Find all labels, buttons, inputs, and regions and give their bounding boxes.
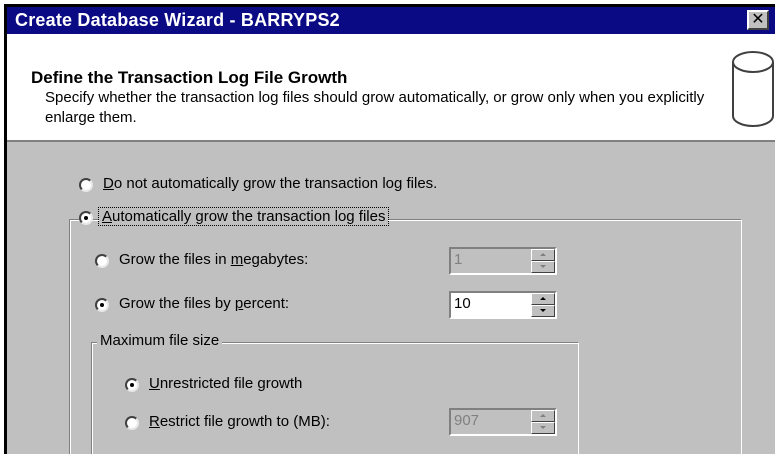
grow-percent-down-button[interactable] bbox=[531, 305, 555, 317]
grow-mb-radio[interactable] bbox=[95, 254, 109, 268]
database-cylinder-icon bbox=[732, 51, 774, 127]
restrict-growth-label[interactable]: Restrict file growth to (MB): bbox=[149, 413, 330, 430]
restrict-growth-stepper: 907 bbox=[449, 408, 557, 436]
restrict-growth-radio[interactable] bbox=[125, 416, 139, 430]
page-title: Define the Transaction Log File Growth bbox=[31, 68, 348, 87]
grow-mb-value: 1 bbox=[454, 251, 463, 268]
restrict-growth-down-button bbox=[531, 422, 555, 434]
wizard-header: Define the Transaction Log File Growth S… bbox=[7, 34, 775, 142]
autogrow-label[interactable]: Automatically grow the transaction log f… bbox=[97, 207, 390, 226]
grow-percent-radio[interactable] bbox=[95, 298, 109, 312]
no-autogrow-label[interactable]: Do not automatically grow the transactio… bbox=[103, 175, 437, 192]
grow-percent-label[interactable]: Grow the files by percent: bbox=[119, 295, 289, 312]
no-autogrow-radio[interactable] bbox=[79, 178, 93, 192]
restrict-growth-up-button bbox=[531, 410, 555, 422]
unrestricted-growth-label[interactable]: Unrestricted file growth bbox=[149, 375, 302, 392]
restrict-growth-value: 907 bbox=[454, 412, 480, 429]
options-panel: Do not automatically grow the transactio… bbox=[7, 144, 775, 457]
page-description: Specify whether the transaction log file… bbox=[45, 89, 705, 126]
close-icon: ✕ bbox=[751, 11, 765, 28]
window-title: Create Database Wizard - BARRYPS2 bbox=[15, 10, 340, 30]
grow-percent-stepper[interactable]: 10 bbox=[449, 291, 557, 319]
max-file-size-legend: Maximum file size bbox=[97, 332, 223, 349]
grow-percent-up-button[interactable] bbox=[531, 293, 555, 305]
unrestricted-growth-radio[interactable] bbox=[125, 378, 139, 392]
close-button[interactable]: ✕ bbox=[747, 10, 769, 30]
grow-mb-up-button bbox=[531, 249, 555, 261]
autogrow-radio[interactable] bbox=[79, 211, 93, 225]
grow-percent-value[interactable]: 10 bbox=[454, 295, 471, 312]
grow-mb-down-button bbox=[531, 261, 555, 273]
grow-mb-label[interactable]: Grow the files in megabytes: bbox=[119, 251, 308, 268]
wizard-window: Create Database Wizard - BARRYPS2 ✕ Defi… bbox=[4, 4, 775, 457]
title-bar[interactable]: Create Database Wizard - BARRYPS2 ✕ bbox=[7, 7, 775, 34]
grow-mb-stepper: 1 bbox=[449, 247, 557, 275]
max-file-size-group bbox=[91, 342, 579, 457]
